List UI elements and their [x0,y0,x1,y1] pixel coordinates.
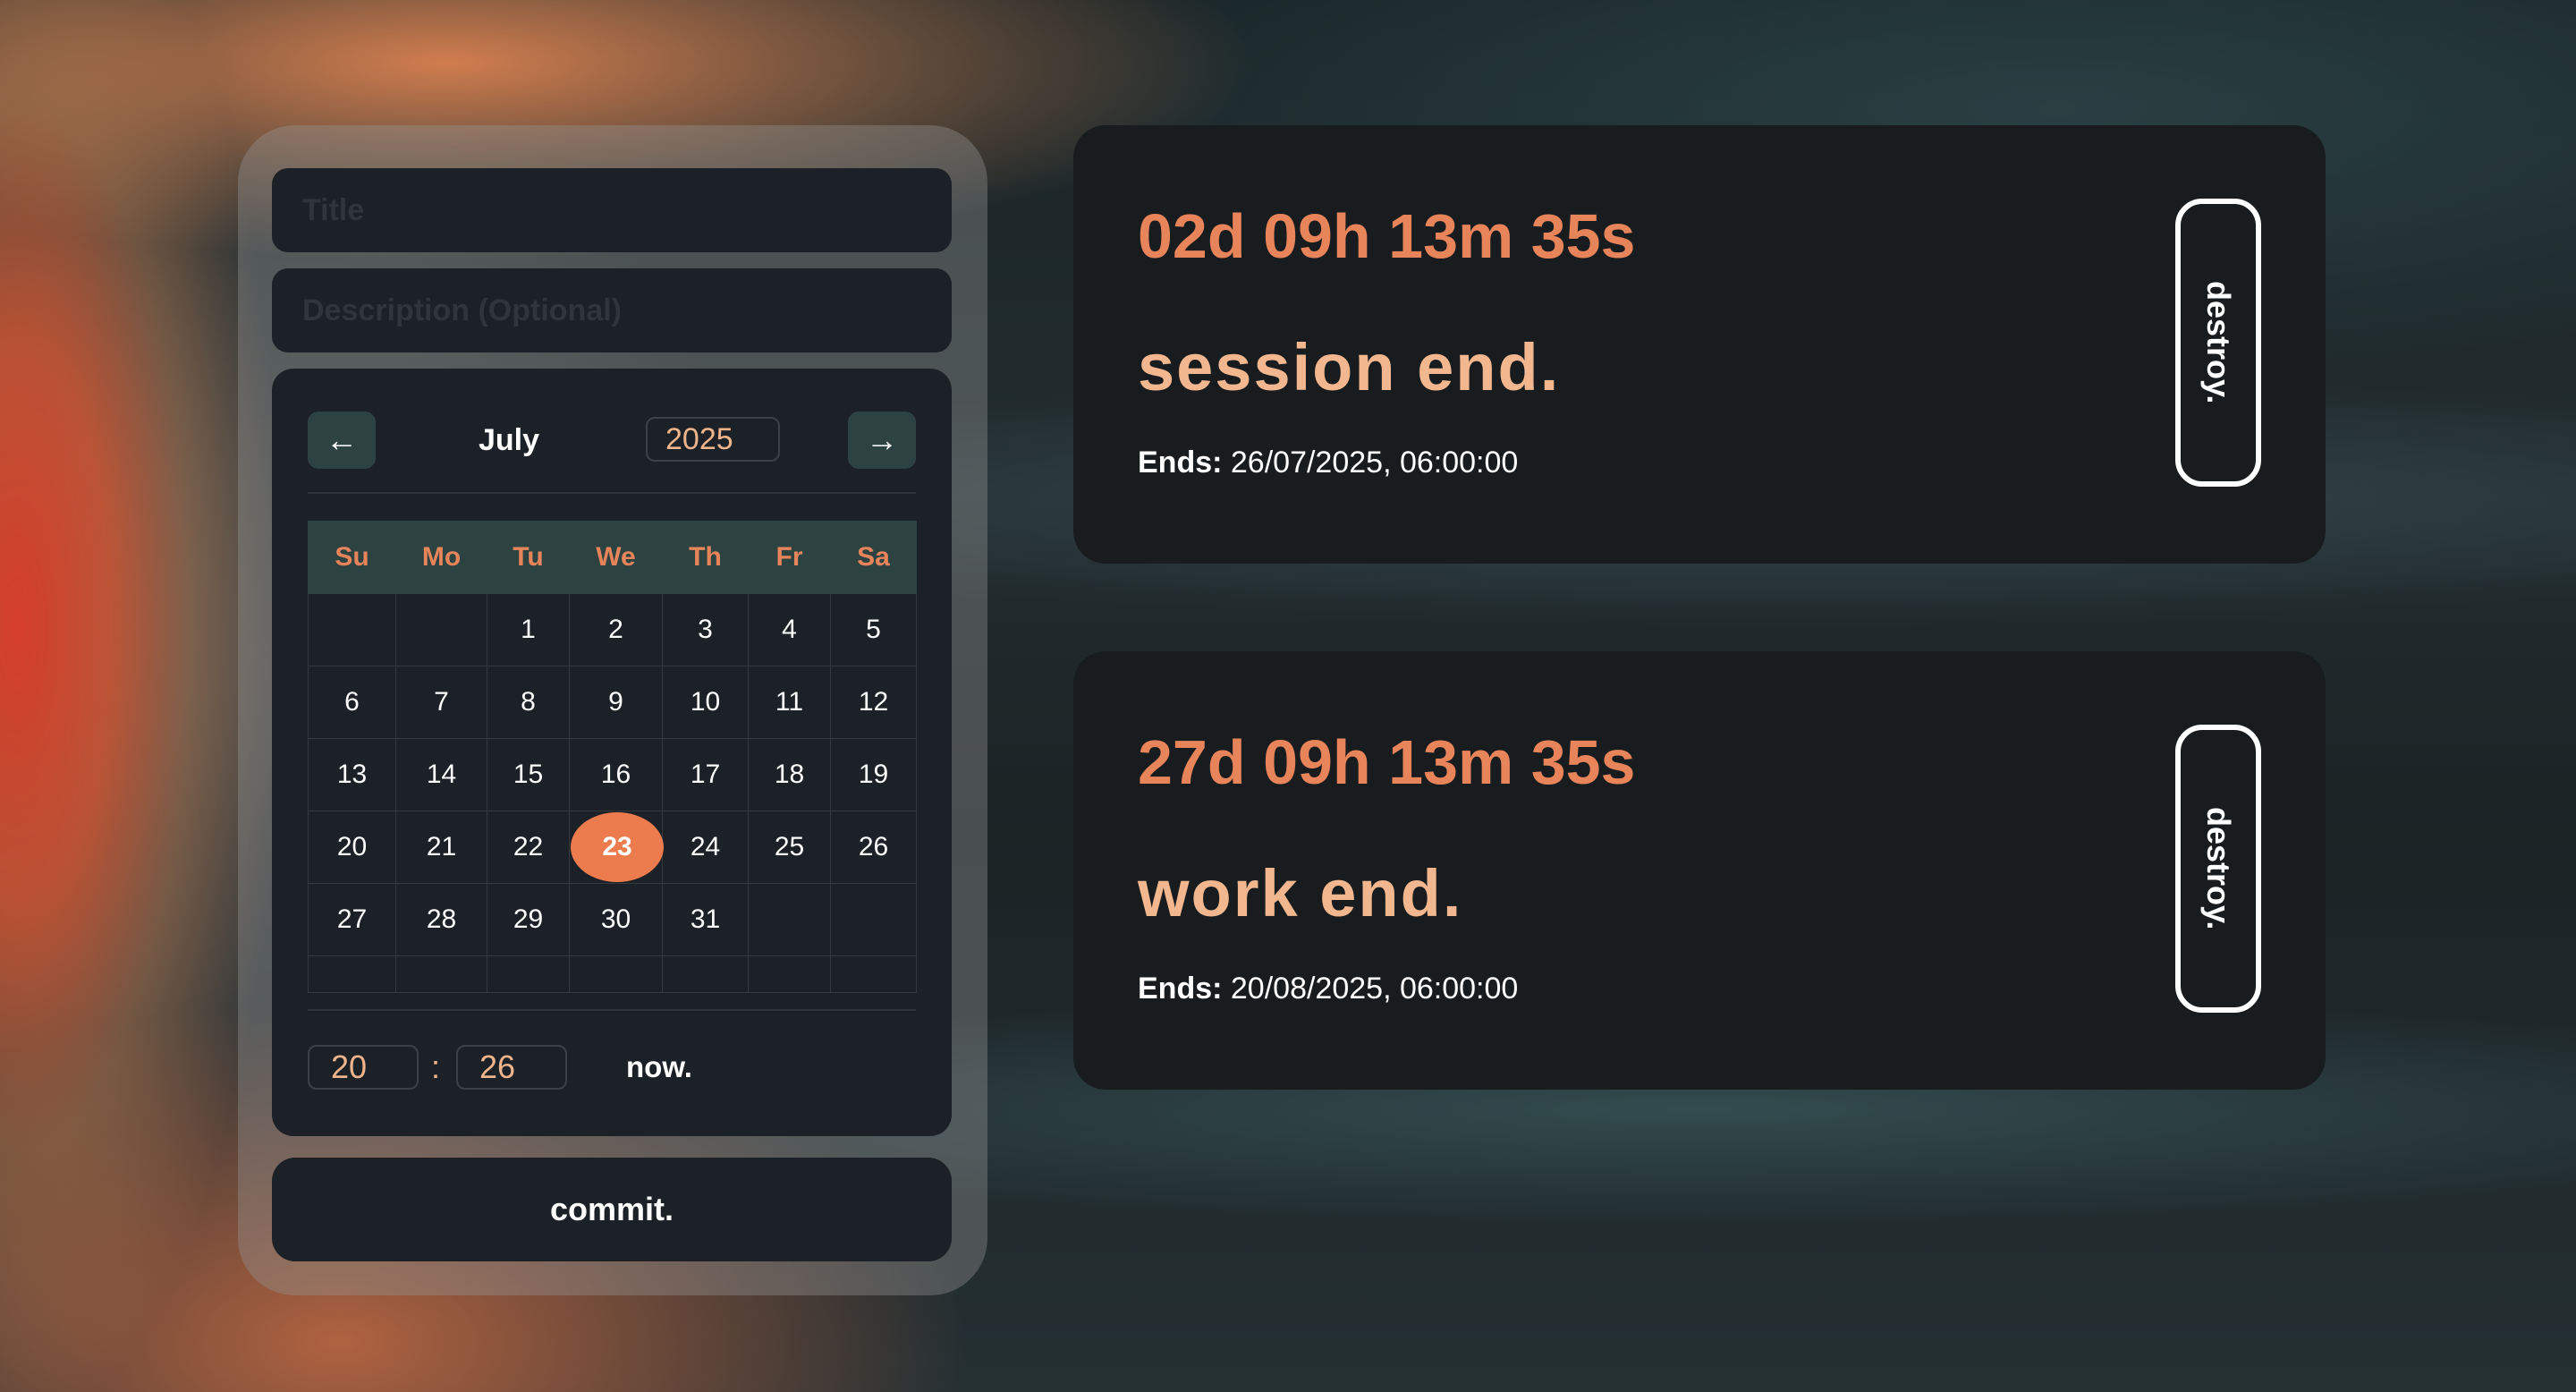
day-cell[interactable]: 4 [748,593,831,666]
day-cell-empty [395,955,487,993]
commit-button[interactable]: commit. [272,1158,952,1261]
arrow-left-icon: ← [326,421,358,458]
day-cell[interactable]: 21 [395,811,487,884]
time-picker: 20 : 26 now. [308,1045,916,1090]
day-cell[interactable]: 20 [308,811,396,884]
calendar-week-row-empty [308,955,917,993]
calendar-week-row: 1 2 3 4 5 [308,593,917,666]
day-cell[interactable]: 30 [569,883,663,956]
prev-month-button[interactable]: ← [308,412,376,469]
day-cell[interactable]: 29 [487,883,570,956]
date-picker: ← July 2025 → Su Mo Tu We Th Fr Sa 1 2 3… [272,369,952,1136]
time-divider [308,1009,916,1011]
timer-card: 02d 09h 13m 35s session end. Ends: 26/07… [1073,125,2326,564]
calendar-week-row: 27 28 29 30 31 [308,883,917,956]
calendar-grid: Su Mo Tu We Th Fr Sa 1 2 3 4 5 6 7 8 9 1… [308,521,917,993]
new-timer-form: ← July 2025 → Su Mo Tu We Th Fr [238,125,987,1295]
day-cell[interactable]: 17 [662,738,749,811]
now-button[interactable]: now. [626,1045,692,1090]
day-cell[interactable]: 11 [748,666,831,739]
weekday-label: Fr [748,521,831,594]
day-cell-empty [830,883,917,956]
day-cell[interactable]: 27 [308,883,396,956]
ends-value: 20/08/2025, 06:00:00 [1222,972,1519,1006]
description-input[interactable] [301,292,923,329]
calendar-week-row: 6 7 8 9 10 11 12 [308,666,917,739]
hours-input[interactable]: 20 [308,1045,419,1090]
calendar-divider [308,492,916,494]
destroy-button[interactable]: destroy. [2175,199,2261,487]
destroy-label: destroy. [2200,807,2237,930]
time-separator: : [431,1048,441,1085]
year-input[interactable]: 2025 [646,417,780,462]
destroy-button[interactable]: destroy. [2175,725,2261,1013]
title-field[interactable] [272,168,952,252]
next-month-button[interactable]: → [848,412,916,469]
minutes-input[interactable]: 26 [456,1045,567,1090]
calendar-week-row: 13 14 15 16 17 18 19 [308,738,917,811]
calendar-week-row: 20 21 22 23 24 25 26 [308,811,917,884]
day-cell[interactable]: 15 [487,738,570,811]
weekday-label: Mo [395,521,487,594]
countdown-display: 02d 09h 13m 35s [1138,201,1636,271]
timer-title: work end. [1138,856,1463,930]
day-cell[interactable]: 25 [748,811,831,884]
day-cell[interactable]: 13 [308,738,396,811]
day-cell[interactable]: 18 [748,738,831,811]
day-cell[interactable]: 22 [487,811,570,884]
day-cell-empty [662,955,749,993]
day-cell-empty [395,593,487,666]
ends-label: Ends: [1138,972,1223,1006]
day-cell[interactable]: 8 [487,666,570,739]
day-cell[interactable]: 12 [830,666,917,739]
description-field[interactable] [272,268,952,352]
day-cell-empty [748,955,831,993]
day-cell[interactable]: 31 [662,883,749,956]
day-cell-empty [830,955,917,993]
weekday-label: Tu [487,521,570,594]
weekday-label: We [569,521,663,594]
day-cell[interactable]: 19 [830,738,917,811]
day-cell[interactable]: 28 [395,883,487,956]
day-cell[interactable]: 2 [569,593,663,666]
timer-card: 27d 09h 13m 35s work end. Ends: 20/08/20… [1073,651,2326,1090]
day-cell-empty [748,883,831,956]
month-label: July [478,422,540,457]
day-cell[interactable]: 16 [569,738,663,811]
day-cell[interactable]: 24 [662,811,749,884]
weekday-header-row: Su Mo Tu We Th Fr Sa [308,521,917,594]
day-cell[interactable]: 1 [487,593,570,666]
day-cell[interactable]: 3 [662,593,749,666]
day-cell[interactable]: 5 [830,593,917,666]
day-cell-empty [308,593,396,666]
countdown-display: 27d 09h 13m 35s [1138,727,1636,797]
end-date-line: Ends: 26/07/2025, 06:00:00 [1138,446,1518,480]
weekday-label: Th [662,521,749,594]
ends-label: Ends: [1138,446,1223,480]
day-cell[interactable]: 9 [569,666,663,739]
end-date-line: Ends: 20/08/2025, 06:00:00 [1138,972,1518,1006]
day-cell[interactable]: 6 [308,666,396,739]
day-cell[interactable]: 14 [395,738,487,811]
title-input[interactable] [301,191,923,229]
calendar-header: ← July 2025 → [308,412,916,469]
day-cell[interactable]: 10 [662,666,749,739]
weekday-label: Su [308,521,396,594]
selected-day-marker: 23 [571,812,664,882]
day-cell-selected[interactable]: 23 [569,811,664,884]
day-cell[interactable]: 26 [830,811,917,884]
timer-title: session end. [1138,330,1561,404]
destroy-label: destroy. [2200,281,2237,404]
weekday-label: Sa [830,521,917,594]
ends-value: 26/07/2025, 06:00:00 [1222,446,1519,480]
day-cell[interactable]: 7 [395,666,487,739]
day-cell-empty [308,955,396,993]
arrow-right-icon: → [866,421,898,458]
day-cell-empty [569,955,663,993]
day-cell-empty [487,955,570,993]
